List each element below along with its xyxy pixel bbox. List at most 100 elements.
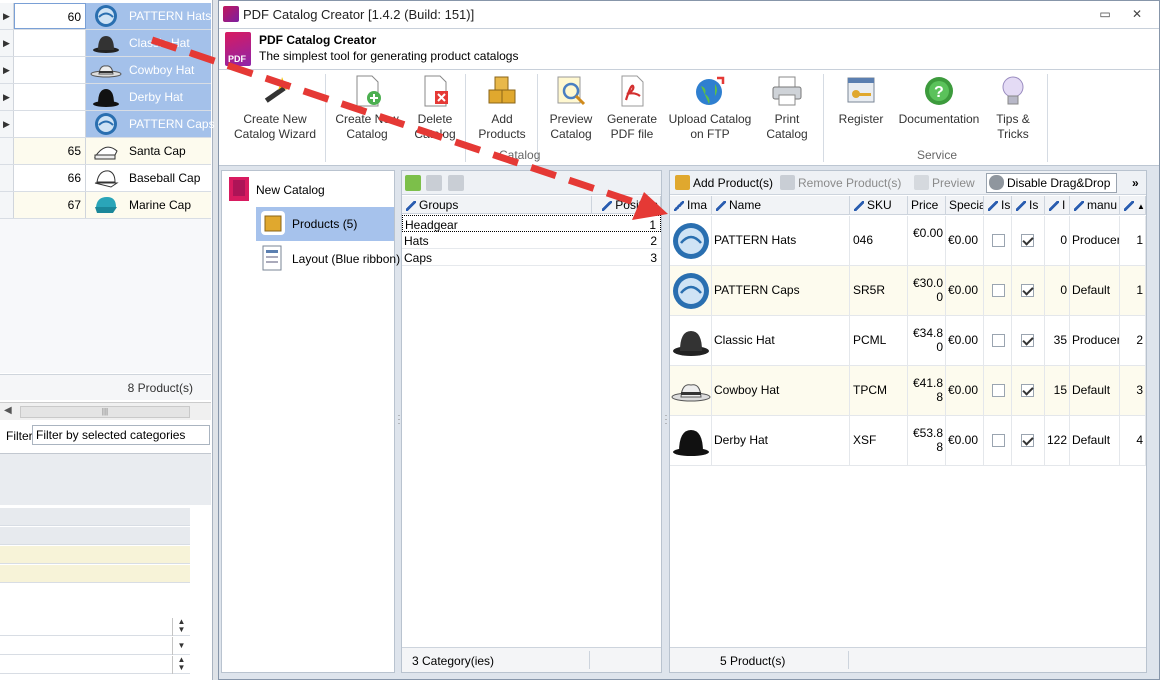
- flag-cell-2[interactable]: [1012, 216, 1045, 266]
- scroll-thumb[interactable]: |||: [20, 406, 190, 418]
- column-header-sku[interactable]: SKU: [850, 196, 908, 215]
- checkbox[interactable]: [1021, 284, 1034, 297]
- add-products-button[interactable]: Add Product(s): [673, 174, 773, 192]
- expand-icon[interactable]: ▶: [0, 84, 14, 110]
- preview-button[interactable]: Preview: [912, 174, 975, 192]
- table-row[interactable]: Cowboy Hat TPCM €41.88 €0.00 15 Default 3: [670, 366, 1146, 416]
- print-catalog-button[interactable]: Print Catalog: [759, 74, 815, 146]
- special-price-cell[interactable]: €0.00: [946, 316, 984, 366]
- name-cell[interactable]: PATTERN Hats: [712, 216, 850, 266]
- quantity-cell[interactable]: 35: [1045, 316, 1070, 366]
- sku-cell[interactable]: TPCM: [850, 366, 908, 416]
- column-header-name[interactable]: Name: [712, 196, 850, 215]
- column-header-special[interactable]: Specia: [946, 196, 984, 215]
- table-row[interactable]: Derby Hat XSF €53.88 €0.00 122 Default 4: [670, 416, 1146, 466]
- checkbox[interactable]: [992, 384, 1005, 397]
- preview-catalog-button[interactable]: Preview Catalog: [543, 74, 599, 146]
- create-wizard-button[interactable]: Create New Catalog Wizard: [229, 74, 321, 146]
- list-item[interactable]: 65 Santa Cap: [0, 138, 211, 165]
- generate-pdf-button[interactable]: Generate PDF file: [603, 74, 661, 146]
- horizontal-scrollbar[interactable]: ◀ |||: [0, 402, 211, 420]
- column-header-sort[interactable]: ▲: [1120, 196, 1146, 215]
- documentation-button[interactable]: ? Documentation: [895, 74, 983, 146]
- column-header-qty[interactable]: I: [1045, 196, 1070, 215]
- special-price-cell[interactable]: €0.00: [946, 416, 984, 466]
- list-item[interactable]: 66 Baseball Cap: [0, 165, 211, 192]
- manufacturer-cell[interactable]: Default: [1070, 366, 1120, 416]
- flag-cell-2[interactable]: [1012, 266, 1045, 316]
- tree-item-layout[interactable]: Layout (Blue ribbon): [256, 242, 400, 276]
- order-cell[interactable]: 1: [1120, 266, 1146, 316]
- manufacturer-cell[interactable]: Default: [1070, 416, 1120, 466]
- expand-icon[interactable]: ▶: [0, 3, 14, 29]
- checkbox[interactable]: [1021, 434, 1034, 447]
- name-cell[interactable]: Classic Hat: [712, 316, 850, 366]
- checkbox[interactable]: [1021, 234, 1034, 247]
- remove-group-icon[interactable]: [448, 175, 464, 191]
- dropdown-icon[interactable]: ▼: [172, 637, 190, 655]
- table-row[interactable]: Classic Hat PCML €34.80 €0.00 35 Producer 2: [670, 316, 1146, 366]
- table-row[interactable]: Hats 2: [402, 232, 661, 249]
- disable-dragdrop-button[interactable]: Disable Drag&Drop: [986, 173, 1118, 193]
- price-cell[interactable]: €53.88: [908, 416, 946, 466]
- manufacturer-cell[interactable]: Default: [1070, 266, 1120, 316]
- tree-item-catalog[interactable]: New Catalog: [222, 173, 394, 207]
- spin-icon[interactable]: ▲ ▼: [172, 618, 190, 636]
- special-price-cell[interactable]: €0.00: [946, 266, 984, 316]
- upload-ftp-button[interactable]: Upload Catalog on FTP: [667, 74, 753, 146]
- expand-icon[interactable]: ▶: [0, 30, 14, 56]
- special-price-cell[interactable]: €0.00: [946, 216, 984, 266]
- flag-cell-2[interactable]: [1012, 316, 1045, 366]
- toolbar-overflow-button[interactable]: »: [1128, 174, 1139, 192]
- checkbox[interactable]: [992, 434, 1005, 447]
- flag-cell-2[interactable]: [1012, 416, 1045, 466]
- checkbox[interactable]: [992, 284, 1005, 297]
- groups-column-header[interactable]: Groups: [402, 196, 592, 214]
- close-icon[interactable]: ✕: [1129, 7, 1145, 21]
- price-cell[interactable]: €30.00: [908, 266, 946, 316]
- order-cell[interactable]: 3: [1120, 366, 1146, 416]
- flag-cell-1[interactable]: [984, 416, 1012, 466]
- flag-cell-1[interactable]: [984, 316, 1012, 366]
- list-item[interactable]: 67 Marine Cap: [0, 192, 211, 219]
- scroll-left-icon[interactable]: ◀: [4, 405, 12, 416]
- quantity-cell[interactable]: 0: [1045, 216, 1070, 266]
- quantity-cell[interactable]: 122: [1045, 416, 1070, 466]
- remove-products-button[interactable]: Remove Product(s): [778, 174, 901, 192]
- column-header-price[interactable]: Price: [908, 196, 946, 215]
- table-row[interactable]: PATTERN Hats 046 €0.00 €0.00 0 Producer 1: [670, 216, 1146, 266]
- sku-cell[interactable]: PCML: [850, 316, 908, 366]
- list-item[interactable]: ▶ 61 Classic Hat: [0, 30, 211, 57]
- checkbox[interactable]: [1021, 334, 1034, 347]
- register-button[interactable]: Register: [831, 74, 891, 146]
- sku-cell[interactable]: XSF: [850, 416, 908, 466]
- expand-icon[interactable]: ▶: [0, 57, 14, 83]
- table-row[interactable]: Caps 3: [402, 249, 661, 266]
- column-header-is1[interactable]: Is: [984, 196, 1012, 215]
- add-group-icon[interactable]: [405, 175, 421, 191]
- checkbox[interactable]: [992, 334, 1005, 347]
- column-header-is2[interactable]: Is: [1012, 196, 1045, 215]
- quantity-cell[interactable]: 15: [1045, 366, 1070, 416]
- price-cell[interactable]: €0.00: [908, 216, 946, 266]
- flag-cell-1[interactable]: [984, 216, 1012, 266]
- flag-cell-1[interactable]: [984, 266, 1012, 316]
- manufacturer-cell[interactable]: Producer: [1070, 216, 1120, 266]
- add-products-button[interactable]: Add Products: [471, 74, 533, 146]
- order-cell[interactable]: 1: [1120, 216, 1146, 266]
- price-cell[interactable]: €41.88: [908, 366, 946, 416]
- list-item[interactable]: ▶ 63 Derby Hat: [0, 84, 211, 111]
- edit-group-icon[interactable]: [426, 175, 442, 191]
- table-row[interactable]: PATTERN Caps SR5R €30.00 €0.00 0 Default 1: [670, 266, 1146, 316]
- create-catalog-button[interactable]: Create New Catalog: [329, 74, 405, 146]
- list-item[interactable]: ▶ 62 Cowboy Hat: [0, 57, 211, 84]
- price-cell[interactable]: €34.80: [908, 316, 946, 366]
- spin-icon[interactable]: ▲ ▼: [172, 656, 190, 674]
- name-cell[interactable]: Cowboy Hat: [712, 366, 850, 416]
- tips-tricks-button[interactable]: Tips & Tricks: [991, 74, 1035, 146]
- tree-item-products[interactable]: Products (5): [256, 207, 394, 241]
- name-cell[interactable]: PATTERN Caps: [712, 266, 850, 316]
- flag-cell-2[interactable]: [1012, 366, 1045, 416]
- column-header-image[interactable]: Ima: [670, 196, 712, 215]
- checkbox[interactable]: [1021, 384, 1034, 397]
